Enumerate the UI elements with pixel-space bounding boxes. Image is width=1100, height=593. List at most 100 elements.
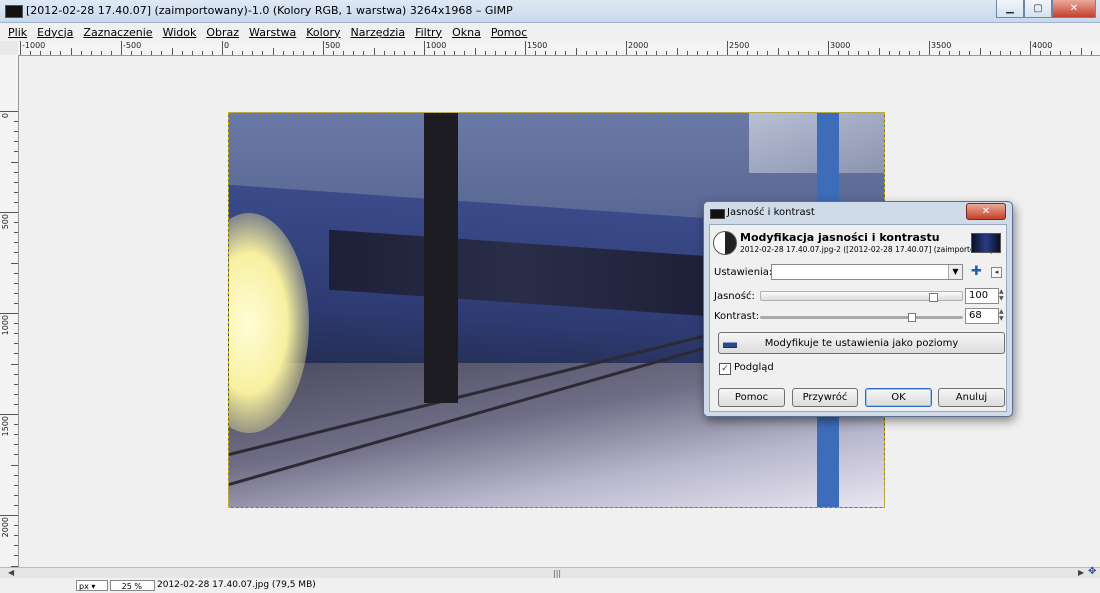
reset-button[interactable]: Przywróć xyxy=(792,388,858,407)
vertical-ruler[interactable]: 0 500 1000 1500 2000 xyxy=(0,55,19,567)
add-preset-icon[interactable]: ✚ xyxy=(971,265,982,279)
ruler-tick xyxy=(525,41,526,55)
horizontal-ruler[interactable]: -1000 -500 0 500 1000 1500 2000 2500 3000 3500 400… xyxy=(18,41,1100,56)
quick-mask-corner[interactable] xyxy=(0,41,19,56)
brightness-spin[interactable]: 100 xyxy=(965,288,999,304)
ruler-label: -1000 xyxy=(22,41,46,50)
preview-checkbox[interactable]: ✓ xyxy=(719,363,731,375)
ruler-minor-tick xyxy=(14,292,18,294)
ruler-minor-tick xyxy=(615,51,617,55)
ruler-label: 4000 xyxy=(1032,41,1053,50)
horizontal-scrollbar[interactable]: ◀ ||| ▶ xyxy=(0,567,1100,578)
contrast-slider[interactable] xyxy=(760,313,963,322)
preview-label[interactable]: Podgląd xyxy=(734,362,774,373)
ruler-minor-tick xyxy=(14,181,18,183)
maximize-button[interactable]: ▢ xyxy=(1024,0,1052,18)
brightness-slider[interactable] xyxy=(760,291,963,302)
ruler-tick xyxy=(0,111,18,112)
ruler-minor-tick xyxy=(848,51,850,55)
menu-plik[interactable]: Plik xyxy=(8,26,27,39)
brightness-slider-handle[interactable] xyxy=(929,293,938,302)
ruler-minor-tick xyxy=(858,51,860,55)
ruler-minor-tick xyxy=(14,151,18,153)
menu-widok[interactable]: Widok xyxy=(163,26,197,39)
ruler-minor-tick xyxy=(595,51,597,55)
preset-menu-icon[interactable]: ◂ xyxy=(991,267,1002,278)
ruler-minor-tick xyxy=(575,48,577,55)
close-button[interactable]: ✕ xyxy=(1052,0,1096,18)
menu-zaznaczenie[interactable]: Zaznaczenie xyxy=(83,26,152,39)
ruler-minor-tick xyxy=(878,48,880,55)
cancel-button[interactable]: Anuluj xyxy=(938,388,1005,407)
dialog-subheading: 2012-02-28 17.40.07.jpg-2 ([2012-02-28 1… xyxy=(740,245,1001,254)
navigate-icon[interactable]: ✥ xyxy=(1088,566,1100,578)
ruler-label: 2000 xyxy=(628,41,649,50)
ruler-minor-tick xyxy=(1050,51,1052,55)
dialog-titlebar[interactable]: Jasność i kontrast ✕ xyxy=(704,202,1012,222)
ruler-minor-tick xyxy=(565,51,567,55)
chevron-down-icon[interactable]: ▼ xyxy=(948,265,962,279)
unit-select[interactable]: px ▾ xyxy=(76,580,108,591)
ruler-minor-tick xyxy=(14,393,18,395)
ruler-minor-tick xyxy=(14,403,18,405)
brightness-contrast-dialog: Jasność i kontrast ✕ Modyfikacja jasnośc… xyxy=(703,201,1013,417)
menu-obraz[interactable]: Obraz xyxy=(206,26,239,39)
ruler-minor-tick xyxy=(1070,51,1072,55)
menu-filtry[interactable]: Filtry xyxy=(415,26,442,39)
ruler-minor-tick xyxy=(545,51,547,55)
ruler-minor-tick xyxy=(403,51,405,55)
menu-narzedzia[interactable]: Narzędzia xyxy=(350,26,405,39)
ruler-minor-tick xyxy=(676,48,678,55)
ruler-minor-tick xyxy=(14,272,18,274)
edit-as-levels-button[interactable]: Modyfikuje te ustawienia jako poziomy xyxy=(718,332,1005,354)
ruler-minor-tick xyxy=(1009,51,1011,55)
contrast-slider-handle[interactable] xyxy=(908,313,916,322)
contrast-spin[interactable]: 68 xyxy=(965,308,999,324)
ruler-minor-tick xyxy=(444,51,446,55)
ruler-label: 1500 xyxy=(527,41,548,50)
menu-okna[interactable]: Okna xyxy=(452,26,481,39)
brightness-contrast-icon xyxy=(713,231,737,255)
contrast-spin-arrows-icon[interactable]: ▲ ▼ xyxy=(999,308,1005,322)
help-button[interactable]: Pomoc xyxy=(718,388,785,407)
ok-button[interactable]: OK xyxy=(865,388,932,407)
ruler-minor-tick xyxy=(14,383,18,385)
brightness-spin-arrows-icon[interactable]: ▲ ▼ xyxy=(999,288,1005,302)
ruler-label: 2000 xyxy=(1,517,10,538)
ruler-tick xyxy=(727,41,728,55)
ruler-minor-tick xyxy=(131,51,133,55)
zoom-select[interactable]: 25 % xyxy=(110,580,155,591)
photo-pole xyxy=(424,113,458,403)
ruler-minor-tick xyxy=(474,48,476,55)
ruler-minor-tick xyxy=(494,51,496,55)
menu-kolory[interactable]: Kolory xyxy=(306,26,340,39)
ruler-minor-tick xyxy=(969,51,971,55)
ruler-minor-tick xyxy=(737,51,739,55)
ruler-minor-tick xyxy=(100,51,102,55)
ruler-minor-tick xyxy=(999,51,1001,55)
ruler-tick xyxy=(0,212,18,213)
ruler-minor-tick xyxy=(14,333,18,335)
ruler-minor-tick xyxy=(979,48,981,55)
ruler-minor-tick xyxy=(797,51,799,55)
window-title: [2012-02-28 17.40.07] (zaimportowany)-1.… xyxy=(26,4,513,17)
ruler-minor-tick xyxy=(14,545,18,547)
settings-combo[interactable]: ▼ xyxy=(771,264,963,280)
ruler-minor-tick xyxy=(535,51,537,55)
ruler-minor-tick xyxy=(898,51,900,55)
scroll-right-icon[interactable]: ▶ xyxy=(1078,568,1084,577)
ruler-minor-tick xyxy=(14,484,18,486)
menu-pomoc[interactable]: Pomoc xyxy=(491,26,527,39)
ruler-minor-tick xyxy=(908,51,910,55)
ruler-tick xyxy=(0,515,18,516)
ruler-minor-tick xyxy=(141,51,143,55)
ruler-tick xyxy=(929,41,930,55)
scroll-left-icon[interactable]: ◀ xyxy=(8,568,14,577)
menu-warstwa[interactable]: Warstwa xyxy=(249,26,296,39)
dialog-close-button[interactable]: ✕ xyxy=(966,203,1006,220)
menu-edycja[interactable]: Edycja xyxy=(37,26,73,39)
minimize-button[interactable]: ▁ xyxy=(996,0,1024,18)
ruler-minor-tick xyxy=(787,51,789,55)
scrollbar-grip-icon[interactable]: ||| xyxy=(553,569,561,578)
ruler-label: 1000 xyxy=(1,315,10,336)
